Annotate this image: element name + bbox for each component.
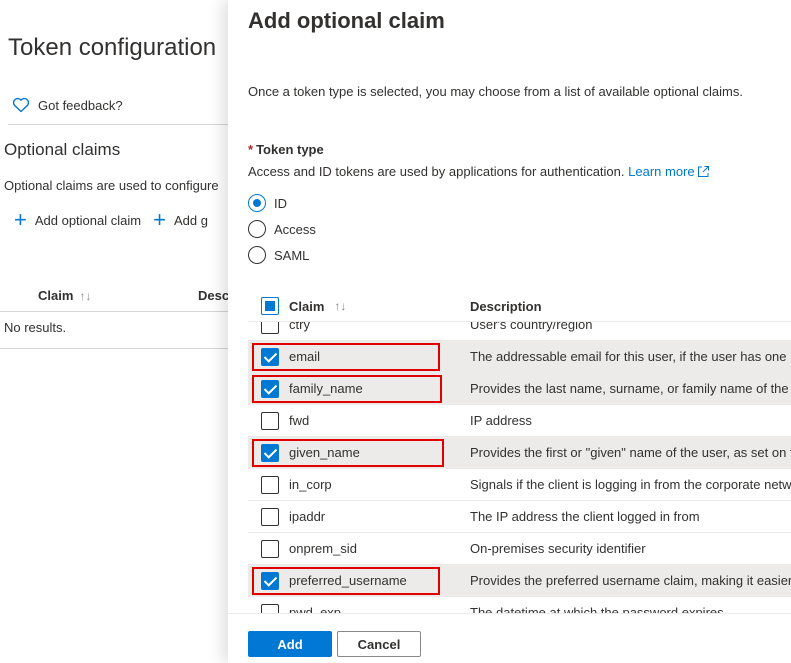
claim-description: User's country/region: [470, 321, 593, 332]
radio-access[interactable]: Access: [248, 216, 316, 242]
claim-description: The datetime at which the password expir…: [470, 605, 724, 613]
command-bar: + Add optional claim + Add g: [14, 207, 208, 232]
claim-name: onprem_sid: [289, 541, 357, 556]
divider: [8, 124, 240, 125]
claim-row[interactable]: ctry User's country/region: [248, 321, 791, 341]
add-groups-claim-button[interactable]: + Add g: [153, 207, 208, 232]
claims-list[interactable]: ctry User's country/region email The add…: [248, 321, 791, 613]
plus-icon: +: [153, 207, 166, 232]
feedback-label: Got feedback?: [38, 97, 123, 113]
claim-row[interactable]: fwd IP address: [248, 405, 791, 437]
claim-name: fwd: [289, 413, 310, 428]
token-configuration-page: Token configuration Got feedback? Option…: [0, 0, 240, 663]
claim-name: ctry: [289, 321, 310, 332]
claims-table-header: Claim ↑↓ Descr: [0, 288, 240, 303]
add-button[interactable]: Add: [248, 631, 332, 657]
claim-row[interactable]: in_corp Signals if the client is logging…: [248, 469, 791, 501]
claim-name: pwd_exp: [289, 605, 342, 613]
token-type-radio-group: ID Access SAML: [248, 190, 316, 268]
sort-icon: ↑↓: [79, 288, 92, 303]
radio-button[interactable]: [248, 194, 266, 212]
radio-label: SAML: [274, 247, 310, 263]
page-title: Token configuration: [8, 34, 217, 61]
sort-icon[interactable]: ↑↓: [334, 299, 346, 313]
row-checkbox[interactable]: [261, 379, 279, 398]
row-checkbox[interactable]: [261, 507, 279, 526]
radio-button[interactable]: [248, 220, 266, 238]
row-checkbox[interactable]: [261, 347, 279, 366]
learn-more-link[interactable]: Learn more: [628, 164, 709, 179]
claim-description: Provides the last name, surname, or fami…: [470, 381, 791, 396]
claim-description: On-premises security identifier: [470, 541, 646, 556]
row-checkbox[interactable]: [261, 411, 279, 430]
empty-state-text: No results.: [4, 320, 67, 335]
row-checkbox[interactable]: [261, 475, 279, 494]
radio-id[interactable]: ID: [248, 190, 316, 216]
row-checkbox[interactable]: [261, 539, 279, 558]
column-header-claim[interactable]: Claim ↑↓: [248, 297, 470, 315]
column-header-claim[interactable]: Claim ↑↓: [0, 288, 198, 303]
radio-label: Access: [274, 221, 316, 237]
row-checkbox[interactable]: [261, 603, 279, 613]
plus-icon: +: [14, 207, 27, 232]
command-label: Add g: [173, 212, 208, 228]
column-header-description: Description: [470, 298, 542, 314]
feedback-link[interactable]: Got feedback?: [12, 97, 123, 113]
panel-footer: Add Cancel: [228, 613, 791, 663]
radio-saml[interactable]: SAML: [248, 242, 316, 268]
claim-description: Signals if the client is logging in from…: [470, 477, 791, 492]
claim-row[interactable]: email The addressable email for this use…: [248, 341, 791, 373]
claim-name: given_name: [289, 445, 360, 460]
add-optional-claim-panel: Add optional claim Once a token type is …: [228, 0, 791, 663]
row-checkbox[interactable]: [261, 571, 279, 590]
highlight-box: [252, 343, 440, 371]
claim-name: email: [289, 349, 321, 364]
divider: [0, 348, 240, 349]
claim-description: IP address: [470, 413, 532, 428]
add-optional-claim-button[interactable]: + Add optional claim: [14, 207, 142, 232]
claims-list-header: Claim ↑↓ Description: [248, 292, 791, 320]
claim-row[interactable]: given_name Provides the first or "given"…: [248, 437, 791, 469]
token-type-description: Access and ID tokens are used by applica…: [248, 164, 710, 179]
required-marker: *: [248, 142, 254, 157]
claim-row[interactable]: preferred_username Provides the preferre…: [248, 565, 791, 597]
claim-row[interactable]: onprem_sid On-premises security identifi…: [248, 533, 791, 565]
claim-name: preferred_username: [289, 573, 407, 588]
claim-row[interactable]: ipaddr The IP address the client logged …: [248, 501, 791, 533]
claim-description: The addressable email for this user, if …: [470, 349, 787, 364]
section-description: Optional claims are used to configure: [4, 178, 219, 193]
claim-row[interactable]: family_name Provides the last name, surn…: [248, 373, 791, 405]
claim-name: family_name: [289, 381, 363, 396]
select-all-checkbox[interactable]: [261, 297, 279, 315]
command-label: Add optional claim: [34, 212, 142, 228]
divider: [0, 311, 240, 312]
radio-button[interactable]: [248, 246, 266, 264]
cancel-button[interactable]: Cancel: [337, 631, 421, 657]
token-type-label: * Token type: [248, 142, 324, 157]
section-title: Optional claims: [4, 140, 121, 159]
radio-label: ID: [274, 195, 287, 211]
claim-name: ipaddr: [289, 509, 326, 524]
claim-description: Provides the preferred username claim, m…: [470, 573, 791, 588]
panel-title: Add optional claim: [248, 8, 445, 33]
claim-row[interactable]: pwd_exp The datetime at which the passwo…: [248, 597, 791, 613]
claims-list-content: ctry User's country/region email The add…: [248, 321, 791, 613]
claim-description: Provides the first or "given" name of th…: [470, 445, 791, 460]
row-checkbox[interactable]: [261, 443, 279, 462]
panel-intro: Once a token type is selected, you may c…: [248, 84, 743, 99]
external-link-icon: [697, 166, 709, 177]
heart-icon: [12, 97, 30, 113]
claim-name: in_corp: [289, 477, 332, 492]
row-checkbox[interactable]: [261, 322, 279, 334]
claim-description: The IP address the client logged in from: [470, 509, 700, 524]
